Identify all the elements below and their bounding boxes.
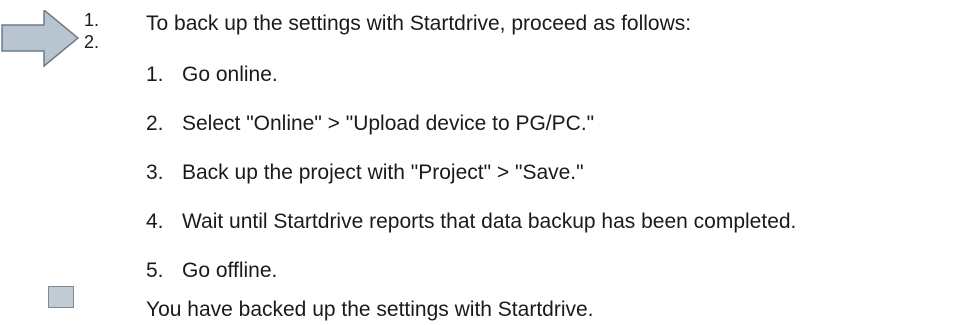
step-text: Wait until Startdrive reports that data … (182, 210, 797, 233)
procedure-result: You have backed up the settings with Sta… (146, 298, 594, 321)
step-item: 3. Back up the project with "Project" > "… (146, 160, 796, 209)
step-item: 4. Wait until Startdrive reports that dat… (146, 209, 796, 258)
step-number: 1. (146, 63, 164, 86)
step-text: Go offline. (182, 259, 278, 282)
step-number: 3. (146, 161, 164, 184)
step-number: 4. (146, 210, 164, 233)
result-square-icon (48, 286, 74, 308)
step-number: 5. (146, 259, 164, 282)
step-list: 1. Go online. 2. Select "Online" > "Upload… (146, 62, 796, 307)
icon-number-2: 2. (84, 32, 100, 52)
step-text: Go online. (182, 63, 278, 86)
step-item: 1. Go online. (146, 62, 796, 111)
step-text: Select "Online" > "Upload device to PG/P… (182, 112, 595, 135)
step-item: 2. Select "Online" > "Upload device to PG… (146, 111, 796, 160)
step-text: Back up the project with "Project" > "Sa… (182, 161, 584, 184)
step-number: 2. (146, 112, 164, 135)
instruction-arrow-icon: 1. 2. (0, 10, 110, 70)
icon-number-1: 1. (84, 10, 100, 30)
procedure-intro: To back up the settings with Startdrive,… (146, 12, 692, 35)
arrow-shape (1, 10, 80, 68)
